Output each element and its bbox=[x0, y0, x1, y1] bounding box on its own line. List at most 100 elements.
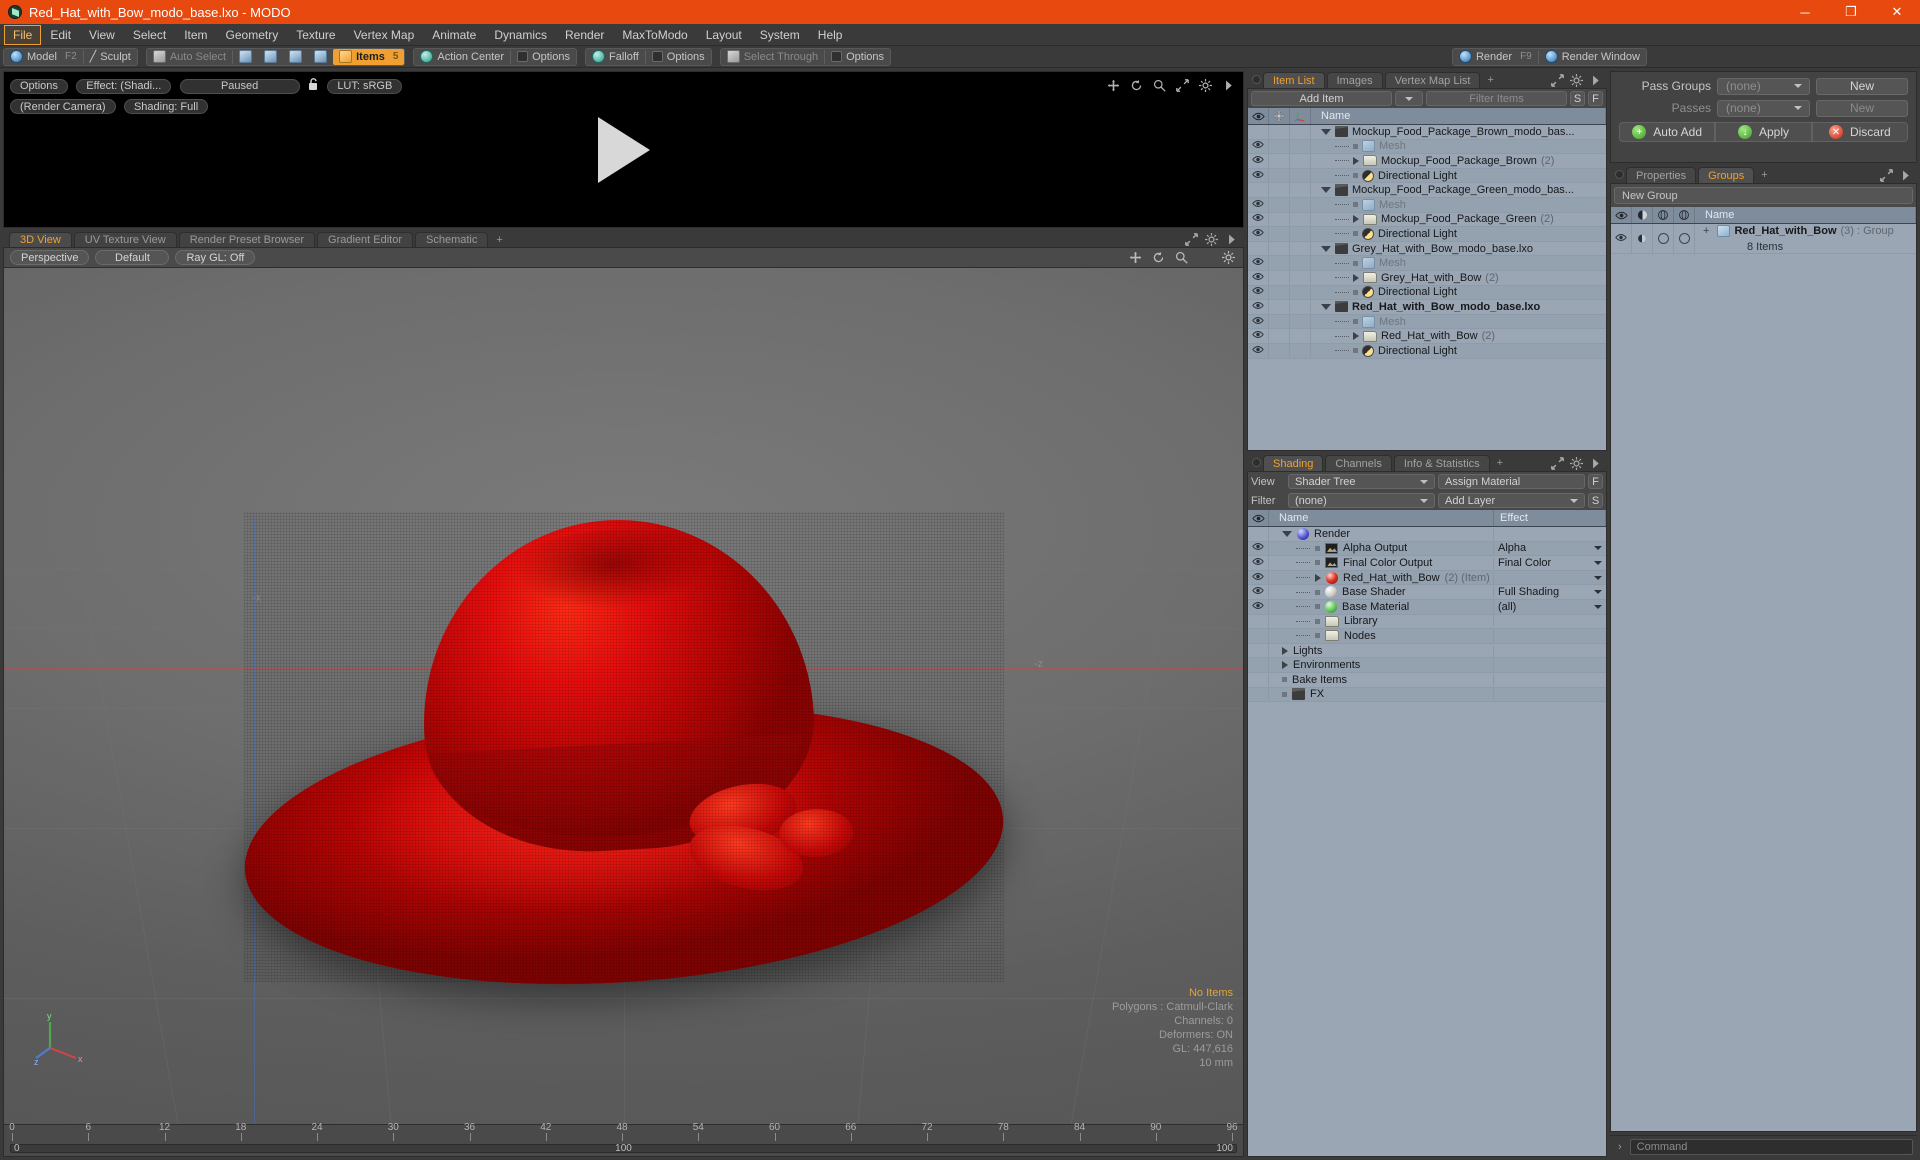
row-axis-cell[interactable] bbox=[1290, 212, 1311, 227]
item-list-row[interactable]: Mesh bbox=[1248, 139, 1606, 155]
row-eye-cell[interactable] bbox=[1248, 599, 1269, 614]
zoom-icon[interactable] bbox=[1175, 251, 1188, 264]
item-list-row[interactable]: Mockup_Food_Package_Green (2) bbox=[1248, 212, 1606, 228]
render-effect-button[interactable]: Effect: (Shadi... bbox=[76, 78, 172, 94]
menu-maxtomodo[interactable]: MaxToModo bbox=[613, 25, 696, 45]
row-axis-cell[interactable] bbox=[1290, 314, 1311, 329]
row-axis-cell[interactable] bbox=[1290, 285, 1311, 300]
row-eye-cell[interactable] bbox=[1248, 300, 1269, 314]
menu-vertex-map[interactable]: Vertex Map bbox=[345, 25, 424, 45]
shading-s-button[interactable]: S bbox=[1588, 493, 1603, 508]
passes-select[interactable]: (none) bbox=[1717, 99, 1810, 117]
menu-select[interactable]: Select bbox=[124, 25, 175, 45]
maximize-button[interactable]: ❐ bbox=[1828, 0, 1874, 24]
render-camera-button[interactable]: (Render Camera) bbox=[10, 99, 116, 115]
eye-toggle[interactable] bbox=[1252, 170, 1264, 182]
row-transform-cell[interactable] bbox=[1269, 125, 1290, 139]
row-name-cell[interactable]: Alpha Output bbox=[1269, 542, 1494, 555]
row-name-cell[interactable]: Bake Items bbox=[1269, 673, 1494, 686]
row-eye-cell[interactable] bbox=[1248, 241, 1269, 256]
menu-view[interactable]: View bbox=[80, 25, 124, 45]
groups-add-tab-button[interactable]: + bbox=[1756, 167, 1772, 183]
shading-row[interactable]: Base Shader Full Shading bbox=[1248, 585, 1606, 600]
row-eye-cell[interactable] bbox=[1248, 285, 1269, 300]
row-name-cell[interactable]: Mockup_Food_Package_Green (2) bbox=[1311, 213, 1606, 225]
new-group-field[interactable]: New Group bbox=[1614, 187, 1913, 204]
viewport-control-perspective[interactable]: Perspective bbox=[10, 250, 90, 265]
viewport-tab-render-preset-browser[interactable]: Render Preset Browser bbox=[178, 232, 316, 247]
lock-icon[interactable] bbox=[308, 78, 319, 94]
viewport-tab-gradient-editor[interactable]: Gradient Editor bbox=[317, 232, 413, 247]
row-render-cell[interactable] bbox=[1653, 224, 1674, 253]
row-name-cell[interactable]: Library bbox=[1269, 615, 1494, 628]
row-eye-cell[interactable] bbox=[1248, 658, 1269, 672]
eye-toggle[interactable] bbox=[1252, 257, 1264, 269]
row-transform-cell[interactable] bbox=[1269, 197, 1290, 212]
groups-tab-groups[interactable]: Groups bbox=[1698, 167, 1755, 183]
row-eye-cell[interactable] bbox=[1248, 139, 1269, 154]
eye-toggle[interactable] bbox=[1252, 228, 1264, 240]
timeline-bar[interactable]: 0 6 12 18 24 30 36 42 48 54 60 66 72 78 84 90 96 0 100 1… bbox=[4, 1122, 1243, 1156]
rotate-icon[interactable] bbox=[1130, 79, 1143, 92]
row-visible-cell[interactable] bbox=[1674, 224, 1695, 253]
chevron-down-icon[interactable] bbox=[1594, 546, 1602, 551]
eye-toggle[interactable] bbox=[1252, 316, 1264, 328]
row-eye-cell[interactable] bbox=[1248, 314, 1269, 329]
chevron-down-icon[interactable] bbox=[1321, 303, 1331, 310]
passes-new-button[interactable]: New bbox=[1816, 99, 1908, 117]
rotate-icon[interactable] bbox=[1152, 251, 1165, 264]
shading-row[interactable]: Render bbox=[1248, 527, 1606, 542]
shading-row[interactable]: Red_Hat_with_Bow (2) (Item) bbox=[1248, 570, 1606, 586]
shading-row[interactable]: Alpha Output Alpha bbox=[1248, 541, 1606, 557]
row-transform-cell[interactable] bbox=[1269, 285, 1290, 300]
row-name-cell[interactable]: Mockup_Food_Package_Brown (2) bbox=[1311, 155, 1606, 167]
axis-gizmo-icon[interactable]: y x z bbox=[34, 1008, 92, 1066]
row-axis-cell[interactable] bbox=[1290, 256, 1311, 270]
shading-row[interactable]: Nodes bbox=[1248, 629, 1606, 644]
chevron-right-icon[interactable] bbox=[1353, 215, 1359, 224]
chevron-down-icon[interactable] bbox=[1594, 590, 1602, 595]
item-list-row[interactable]: Directional Light bbox=[1248, 285, 1606, 301]
shading-row[interactable]: Final Color Output Final Color bbox=[1248, 556, 1606, 571]
render-button[interactable]: Render F9 bbox=[1453, 49, 1538, 65]
eye-toggle[interactable] bbox=[1615, 233, 1627, 245]
row-eye-cell[interactable] bbox=[1611, 224, 1632, 253]
viewport-tab-3d-view[interactable]: 3D View bbox=[9, 232, 72, 247]
shading-row[interactable]: Environments bbox=[1248, 658, 1606, 673]
action-center-button[interactable]: Action Center bbox=[414, 49, 510, 65]
gear-icon[interactable] bbox=[1222, 251, 1235, 264]
shading-row[interactable]: Lights bbox=[1248, 643, 1606, 659]
row-axis-cell[interactable] bbox=[1290, 300, 1311, 314]
row-name-cell[interactable]: Red_Hat_with_Bow (2) bbox=[1311, 330, 1606, 342]
zoom-icon[interactable] bbox=[1153, 79, 1166, 92]
mode-model-button[interactable]: Model F2 bbox=[4, 49, 83, 65]
expand-plus-icon[interactable]: + bbox=[1703, 225, 1709, 237]
row-name-cell[interactable]: Mockup_Food_Package_Green_modo_bas... bbox=[1311, 184, 1606, 196]
auto-select-button[interactable]: Auto Select bbox=[147, 49, 232, 65]
eye-toggle[interactable] bbox=[1252, 557, 1264, 569]
chevron-right-icon[interactable] bbox=[1899, 169, 1912, 182]
row-axis-cell[interactable] bbox=[1290, 168, 1311, 183]
groups-row[interactable]: + Red_Hat_with_Bow (3) : Group 8 Items bbox=[1611, 224, 1916, 254]
chevron-right-icon[interactable] bbox=[1589, 457, 1602, 470]
auto-add-button[interactable]: + Auto Add bbox=[1619, 122, 1716, 142]
eye-toggle[interactable] bbox=[1252, 586, 1264, 598]
menu-dynamics[interactable]: Dynamics bbox=[485, 25, 556, 45]
shading-tab-info-statistics[interactable]: Info & Statistics bbox=[1393, 455, 1490, 471]
eye-toggle[interactable] bbox=[1252, 345, 1264, 357]
row-axis-cell[interactable] bbox=[1290, 241, 1311, 256]
falloff-button[interactable]: Falloff bbox=[586, 49, 645, 65]
gear-icon[interactable] bbox=[1570, 457, 1583, 470]
apply-button[interactable]: ↓ Apply bbox=[1715, 122, 1812, 142]
row-eye-cell[interactable] bbox=[1248, 541, 1269, 556]
eye-toggle[interactable] bbox=[1252, 330, 1264, 342]
row-eye-cell[interactable] bbox=[1248, 270, 1269, 285]
row-name-cell[interactable]: Directional Light bbox=[1311, 286, 1606, 299]
shading-add-tab-button[interactable]: + bbox=[1492, 455, 1508, 471]
row-effect-cell[interactable]: Full Shading bbox=[1494, 586, 1606, 598]
menu-animate[interactable]: Animate bbox=[423, 25, 485, 45]
row-eye-cell[interactable] bbox=[1248, 527, 1269, 541]
eye-toggle[interactable] bbox=[1252, 272, 1264, 284]
row-transform-cell[interactable] bbox=[1269, 256, 1290, 270]
edge-mode-button[interactable] bbox=[258, 49, 283, 65]
